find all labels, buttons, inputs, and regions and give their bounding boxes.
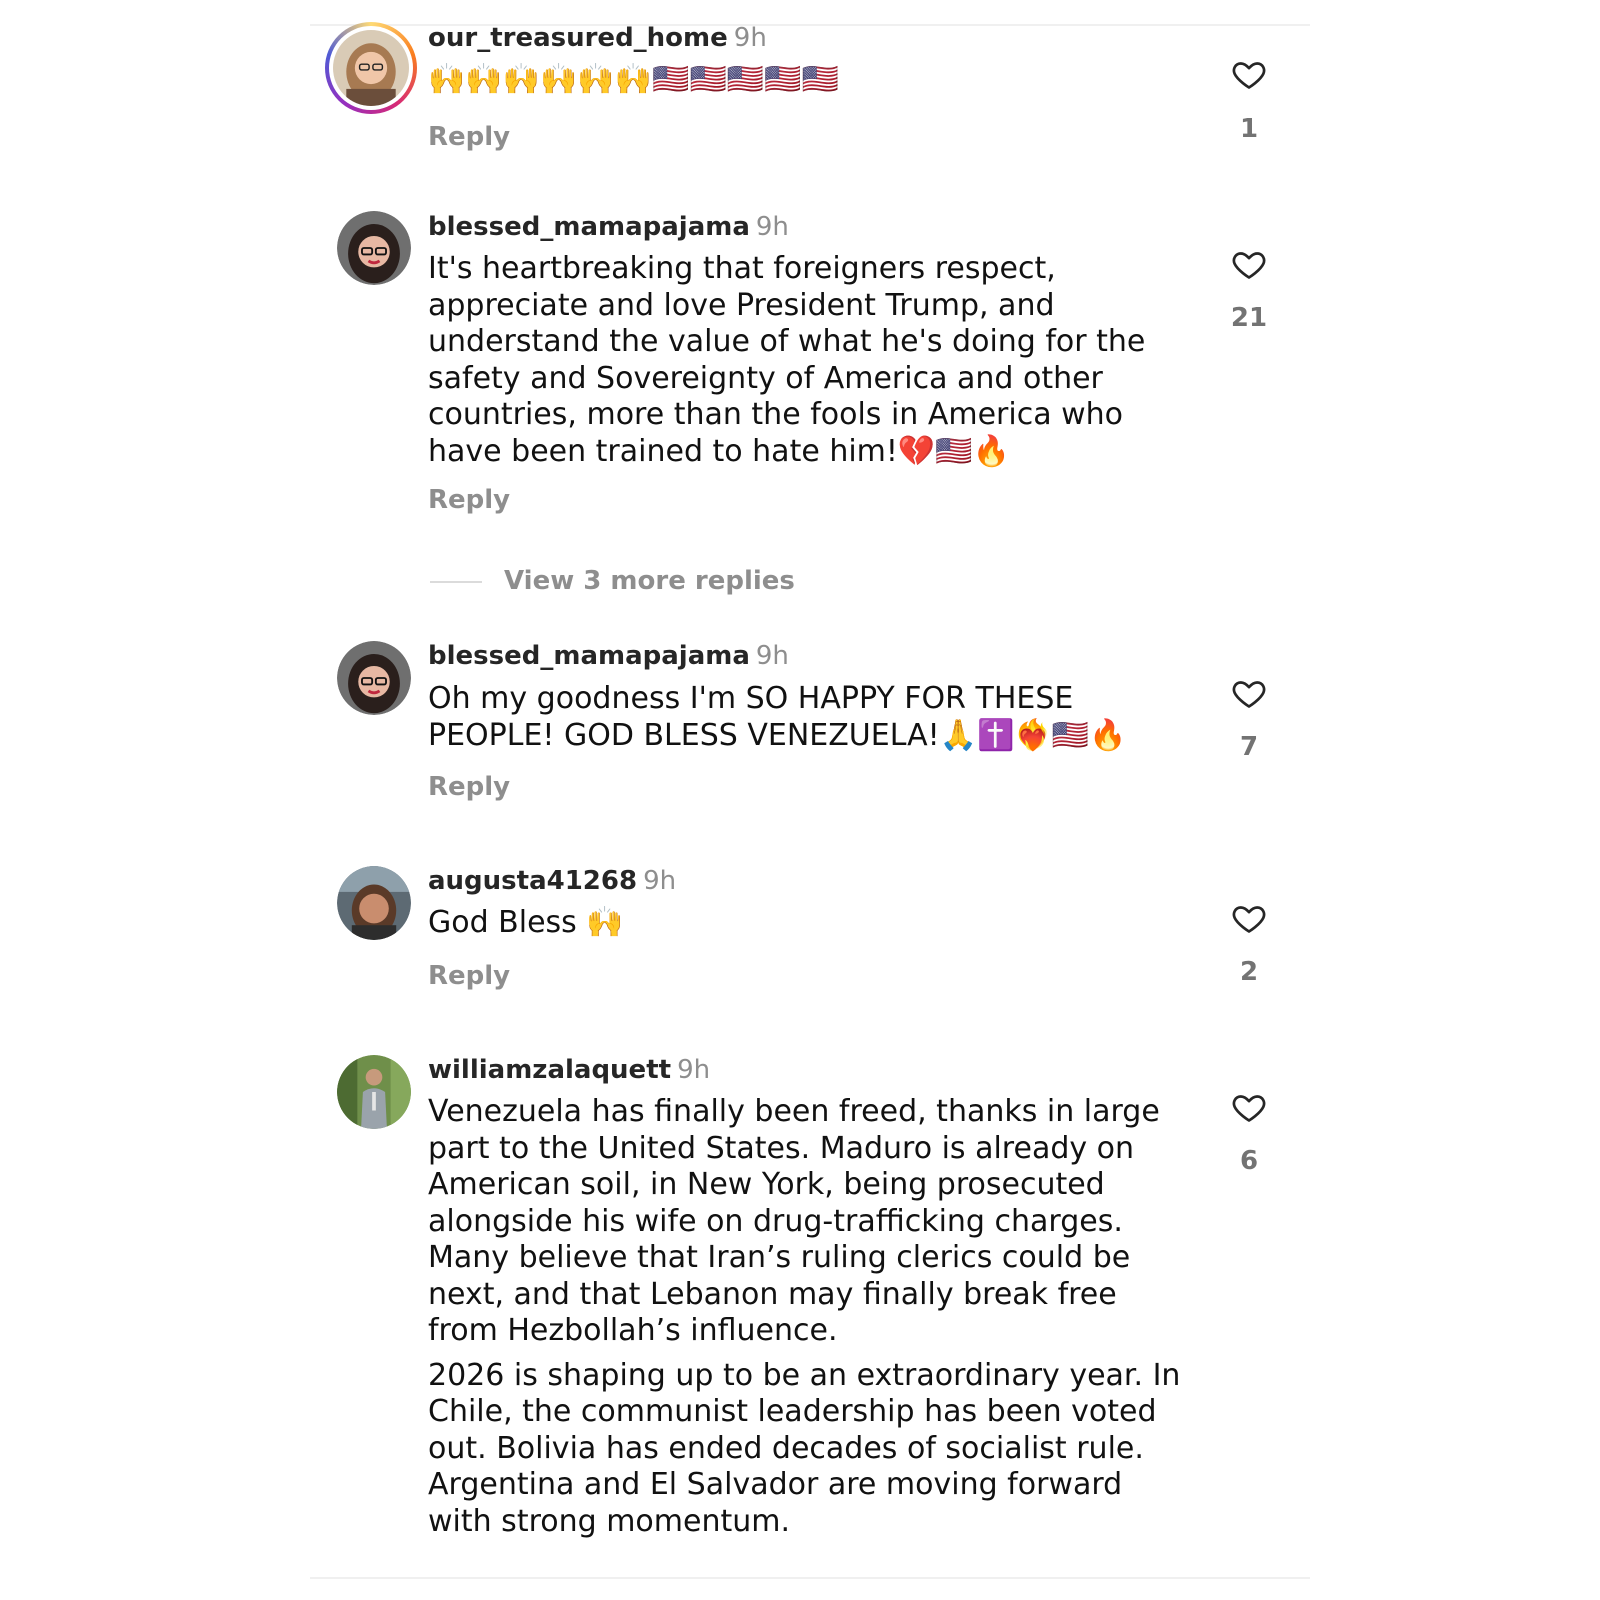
comment-paragraph: 🙌🙌🙌🙌🙌🙌🇺🇸🇺🇸🇺🇸🇺🇸🇺🇸 — [428, 62, 839, 97]
reply-button[interactable]: Reply — [428, 961, 510, 991]
avatar-story-ring[interactable] — [325, 22, 417, 114]
like-count: 7 — [1239, 732, 1259, 762]
reply-button[interactable]: Reply — [428, 122, 510, 152]
username[interactable]: augusta41268 — [428, 866, 637, 896]
timestamp: 9h — [755, 212, 789, 242]
comment-header: our_treasured_home 9h — [428, 22, 767, 54]
avatar[interactable] — [337, 641, 411, 715]
like-count: 1 — [1239, 114, 1259, 144]
comment-header: blessed_mamapajama 9h — [428, 211, 789, 243]
comment-text: Venezuela has finally been freed, thanks… — [428, 1094, 1188, 1540]
avatar[interactable] — [337, 1055, 411, 1129]
like-count: 2 — [1239, 957, 1259, 987]
comment-header: williamzalaquett 9h — [428, 1054, 710, 1086]
reply-button[interactable]: Reply — [428, 772, 510, 802]
comment-paragraph: It's heartbreaking that foreigners respe… — [428, 251, 1146, 469]
username[interactable]: blessed_mamapajama — [428, 641, 750, 671]
timestamp: 9h — [733, 23, 767, 53]
comment-paragraph: Oh my goodness I'm SO HAPPY FOR THESE PE… — [428, 681, 1127, 753]
username[interactable]: blessed_mamapajama — [428, 212, 750, 242]
heart-outline-icon[interactable] — [1230, 900, 1268, 936]
timestamp: 9h — [643, 866, 677, 896]
comment-text: God Bless 🙌 — [428, 905, 1188, 942]
avatar — [333, 30, 409, 106]
heart-outline-icon[interactable] — [1230, 56, 1268, 92]
comment-paragraph: God Bless 🙌 — [428, 905, 624, 940]
heart-outline-icon[interactable] — [1230, 246, 1268, 282]
username[interactable]: williamzalaquett — [428, 1055, 671, 1085]
like-count: 6 — [1239, 1146, 1259, 1176]
like-count: 21 — [1230, 303, 1268, 333]
heart-outline-icon[interactable] — [1230, 1089, 1268, 1125]
heart-outline-icon[interactable] — [1230, 675, 1268, 711]
timestamp: 9h — [755, 641, 789, 671]
comment-text: Oh my goodness I'm SO HAPPY FOR THESE PE… — [428, 681, 1188, 754]
view-more-replies-button[interactable]: View 3 more replies — [430, 566, 795, 596]
reply-button[interactable]: Reply — [428, 485, 510, 515]
comment-header: augusta41268 9h — [428, 865, 676, 897]
avatar[interactable] — [337, 211, 411, 285]
timestamp: 9h — [677, 1055, 711, 1085]
bottom-divider — [310, 1577, 1310, 1579]
comment-paragraph: Venezuela has finally been freed, thanks… — [428, 1094, 1160, 1348]
username[interactable]: our_treasured_home — [428, 23, 728, 53]
comment-header: blessed_mamapajama 9h — [428, 640, 789, 672]
view-more-replies-label: View 3 more replies — [504, 566, 795, 596]
comment-text: 🙌🙌🙌🙌🙌🙌🇺🇸🇺🇸🇺🇸🇺🇸🇺🇸 — [428, 62, 1188, 99]
thread-line — [430, 580, 482, 583]
comment-text: It's heartbreaking that foreigners respe… — [428, 251, 1188, 470]
comment-paragraph: 2026 is shaping up to be an extraordinar… — [428, 1357, 1181, 1539]
avatar[interactable] — [337, 866, 411, 940]
